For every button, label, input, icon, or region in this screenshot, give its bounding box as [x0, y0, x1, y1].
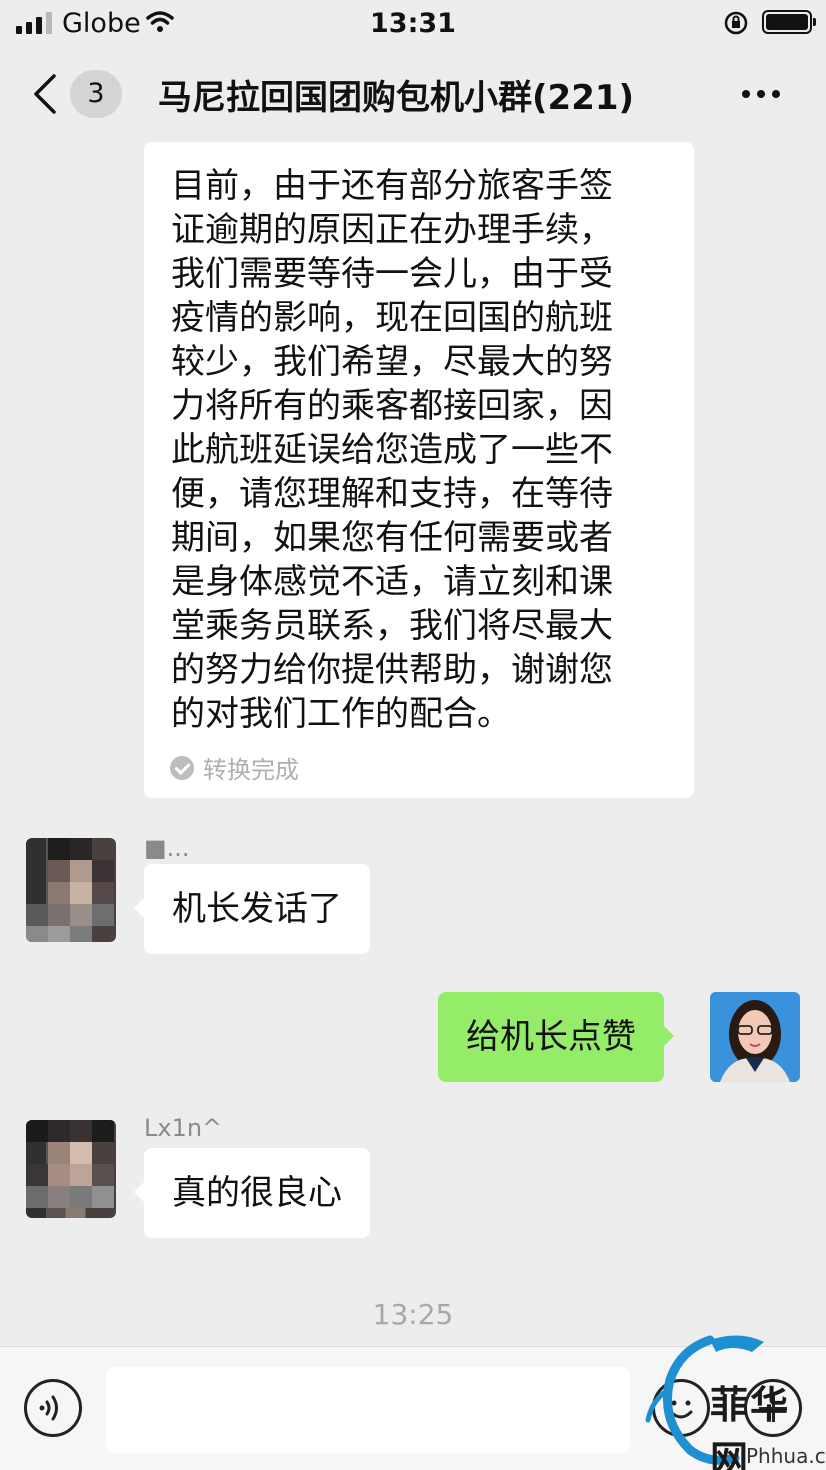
transcript-line: 的努力给你提供帮助，谢谢您 [171, 650, 613, 690]
transcript-line: 我们需要等待一会儿，由于受 [171, 254, 613, 294]
chat-header: 3 马尼拉回国团购包机小群(221) [0, 50, 826, 138]
back-chevron-icon[interactable] [30, 72, 60, 116]
watermark-url: Phhua.com [746, 1444, 826, 1468]
avatar[interactable] [26, 1120, 116, 1218]
transcript-line: 疫情的影响，现在回国的航班 [171, 298, 613, 338]
my-message-bubble[interactable]: 给机长点赞 [438, 992, 674, 1082]
transcript-line: 较少，我们希望，尽最大的努 [171, 342, 613, 382]
sender-name: Lx1n^ [144, 1114, 223, 1142]
voice-icon [39, 1395, 58, 1421]
site-watermark: 菲华网 Phhua.com [640, 1330, 826, 1470]
status-bar: Globe 13:31 [0, 0, 826, 50]
battery-icon [762, 10, 816, 34]
transcript-line: 目前，由于还有部分旅客手签 [171, 166, 613, 206]
more-options-icon[interactable] [742, 90, 780, 98]
transcript-line: 此航班延误给您造成了一些不 [171, 430, 613, 470]
sender-name: ■... [144, 834, 190, 862]
message-text: 真的很良心 [172, 1173, 342, 1213]
message-text: 给机长点赞 [466, 1017, 636, 1057]
voice-transcript: 目前，由于还有部分旅客手签 证逾期的原因正在办理手续， 我们需要等待一会儿，由于受疫… [171, 164, 668, 736]
transcript-line: 期间，如果您有任何需要或者 [171, 518, 613, 558]
chat-title: 马尼拉回国团购包机小群(221) [158, 78, 635, 118]
message-text: 机长发话了 [172, 889, 342, 929]
transcript-line: 的对我们工作的配合。 [171, 694, 511, 734]
message-list[interactable]: 目前，由于还有部分旅客手签 证逾期的原因正在办理手续， 我们需要等待一会儿，由于受疫… [0, 138, 826, 1346]
transcript-line: 便，请您理解和支持，在等待 [171, 474, 613, 514]
message-bubble[interactable]: 真的很良心 [134, 1148, 370, 1238]
transcript-line: 证逾期的原因正在办理手续， [171, 210, 613, 250]
status-time: 13:31 [370, 8, 456, 39]
convert-status: 转换完成 [170, 750, 299, 785]
transcript-line: 是身体感觉不适，请立刻和课 [171, 562, 613, 602]
voice-to-text-bubble[interactable]: 目前，由于还有部分旅客手签 证逾期的原因正在办理手续， 我们需要等待一会儿，由于受疫… [144, 142, 694, 798]
orientation-lock-icon [724, 11, 748, 35]
portrait-image [710, 992, 800, 1082]
my-avatar[interactable] [710, 992, 800, 1082]
transcript-line: 力将所有的乘客都接回家，因 [171, 386, 613, 426]
unread-count-badge[interactable]: 3 [70, 70, 122, 118]
check-circle-icon [170, 755, 194, 780]
avatar[interactable] [26, 838, 116, 942]
voice-input-button[interactable] [24, 1379, 82, 1437]
transcript-line: 堂乘务员联系，我们将尽最大 [171, 606, 613, 646]
message-bubble[interactable]: 机长发话了 [134, 864, 370, 954]
message-timestamp: 13:25 [372, 1298, 454, 1331]
convert-status-label: 转换完成 [203, 756, 299, 784]
message-input[interactable] [106, 1367, 630, 1453]
